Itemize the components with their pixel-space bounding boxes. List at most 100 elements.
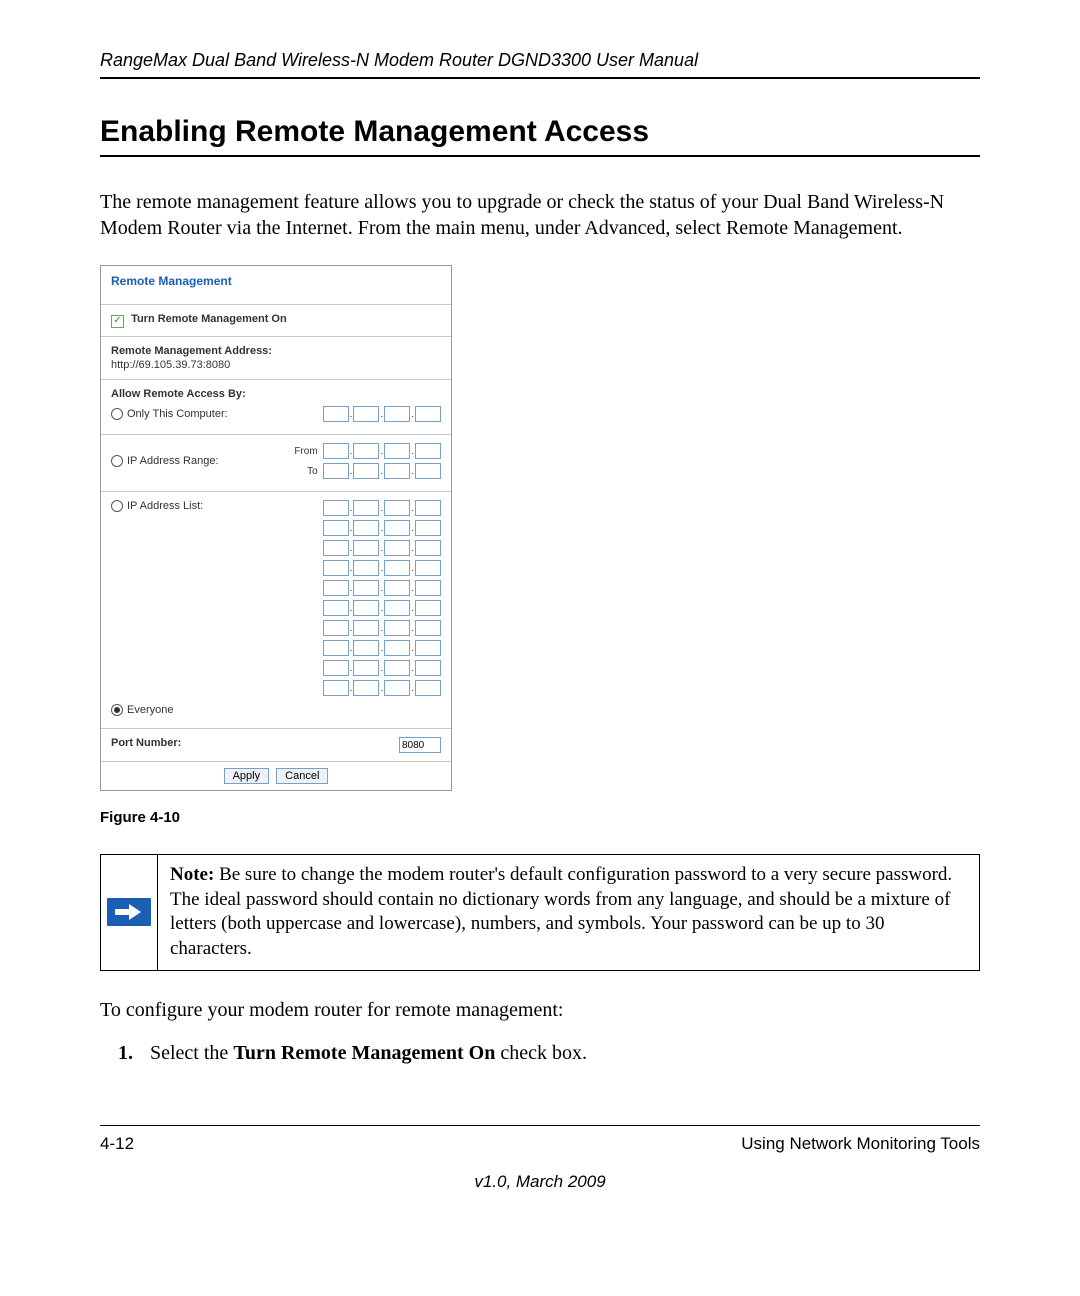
address-label: Remote Management Address:: [111, 345, 272, 357]
ip-list-block: IP Address List: ... ... ... ... ... ...…: [101, 492, 451, 729]
step-number: 1.: [118, 1042, 138, 1065]
ip-octet[interactable]: [384, 640, 410, 656]
ip-octet[interactable]: [323, 660, 349, 676]
page-title: Enabling Remote Management Access: [100, 115, 980, 157]
ip-octet[interactable]: [323, 620, 349, 636]
ip-octet[interactable]: [415, 620, 441, 636]
port-input[interactable]: [399, 737, 441, 753]
page-number: 4-12: [100, 1134, 134, 1154]
note-body: Be sure to change the modem router's def…: [170, 864, 952, 959]
ip-octet[interactable]: [353, 443, 379, 459]
only-this-label: Only This Computer:: [127, 408, 228, 420]
apply-button[interactable]: Apply: [224, 768, 270, 784]
only-this-ip: . . .: [323, 406, 441, 422]
ip-octet[interactable]: [353, 600, 379, 616]
ip-octet[interactable]: [323, 580, 349, 596]
ip-octet[interactable]: [353, 406, 379, 422]
ip-octet[interactable]: [323, 560, 349, 576]
doc-header: RangeMax Dual Band Wireless-N Modem Rout…: [100, 50, 980, 79]
ip-octet[interactable]: [384, 443, 410, 459]
ip-list-radio[interactable]: [111, 500, 123, 512]
ip-octet[interactable]: [415, 680, 441, 696]
ip-octet[interactable]: [415, 500, 441, 516]
note-box: Note: Be sure to change the modem router…: [100, 854, 980, 971]
address-value: http://69.105.39.73:8080: [111, 357, 230, 371]
ip-octet[interactable]: [415, 560, 441, 576]
allow-access-block: Allow Remote Access By: Only This Comput…: [101, 380, 451, 435]
ip-octet[interactable]: [415, 443, 441, 459]
turn-on-checkbox[interactable]: ✓: [111, 315, 124, 328]
figure-label: Figure 4-10: [100, 809, 980, 826]
ip-octet[interactable]: [323, 443, 349, 459]
ip-octet[interactable]: [353, 640, 379, 656]
ip-octet[interactable]: [384, 580, 410, 596]
everyone-label: Everyone: [127, 704, 173, 716]
step-1: 1. Select the Turn Remote Management On …: [100, 1042, 980, 1065]
port-label: Port Number:: [111, 737, 181, 749]
ip-octet[interactable]: [384, 600, 410, 616]
ip-octet[interactable]: [384, 406, 410, 422]
ip-octet[interactable]: [384, 680, 410, 696]
ip-octet[interactable]: [353, 560, 379, 576]
ip-octet[interactable]: [415, 600, 441, 616]
ip-octet[interactable]: [415, 640, 441, 656]
ip-octet[interactable]: [353, 540, 379, 556]
intro-paragraph: The remote management feature allows you…: [100, 189, 980, 241]
only-this-row: Only This Computer: . . .: [111, 406, 441, 422]
ip-octet[interactable]: [384, 620, 410, 636]
ip-octet[interactable]: [415, 463, 441, 479]
ip-list-label: IP Address List:: [127, 500, 203, 512]
ip-octet[interactable]: [384, 560, 410, 576]
ip-octet[interactable]: [384, 540, 410, 556]
note-bold: Note:: [170, 864, 214, 885]
allow-access-label: Allow Remote Access By:: [111, 388, 441, 400]
ip-octet[interactable]: [415, 520, 441, 536]
ip-octet[interactable]: [353, 620, 379, 636]
everyone-radio[interactable]: [111, 704, 123, 716]
range-from-label: From: [294, 446, 317, 457]
ip-octet[interactable]: [353, 660, 379, 676]
ip-octet[interactable]: [323, 406, 349, 422]
ip-octet[interactable]: [353, 520, 379, 536]
range-to-label: To: [307, 466, 318, 477]
ip-octet[interactable]: [323, 680, 349, 696]
ip-octet[interactable]: [353, 680, 379, 696]
ip-octet[interactable]: [353, 463, 379, 479]
button-row: Apply Cancel: [101, 762, 451, 784]
ip-octet[interactable]: [384, 463, 410, 479]
ip-octet[interactable]: [323, 540, 349, 556]
arrow-right-icon: [107, 898, 151, 926]
ip-list-inputs: ... ... ... ... ... ... ... ... ... ...: [323, 500, 441, 696]
config-intro: To configure your modem router for remot…: [100, 999, 980, 1022]
ip-octet[interactable]: [384, 660, 410, 676]
address-row: Remote Management Address: http://69.105…: [101, 337, 451, 380]
ip-octet[interactable]: [415, 406, 441, 422]
turn-on-label: Turn Remote Management On: [131, 313, 287, 325]
panel-title: Remote Management: [101, 266, 451, 305]
ip-octet[interactable]: [353, 580, 379, 596]
ip-octet[interactable]: [323, 463, 349, 479]
ip-octet[interactable]: [415, 580, 441, 596]
ip-range-row: IP Address Range: From . . . To . . .: [111, 443, 441, 479]
ip-octet[interactable]: [353, 500, 379, 516]
ip-octet[interactable]: [323, 600, 349, 616]
ip-octet[interactable]: [384, 500, 410, 516]
remote-management-panel: Remote Management ✓ Turn Remote Manageme…: [100, 265, 452, 791]
only-this-radio[interactable]: [111, 408, 123, 420]
port-row: Port Number:: [101, 729, 451, 762]
page-footer: 4-12 Using Network Monitoring Tools: [100, 1125, 980, 1154]
ip-octet[interactable]: [415, 540, 441, 556]
ip-octet[interactable]: [415, 660, 441, 676]
footer-section: Using Network Monitoring Tools: [741, 1134, 980, 1154]
note-icon-cell: [101, 855, 158, 970]
ip-range-label: IP Address Range:: [127, 455, 219, 467]
footer-version: v1.0, March 2009: [100, 1172, 980, 1192]
ip-range-block: IP Address Range: From . . . To . . .: [101, 435, 451, 492]
ip-octet[interactable]: [384, 520, 410, 536]
ip-octet[interactable]: [323, 520, 349, 536]
note-text: Note: Be sure to change the modem router…: [158, 855, 979, 970]
ip-octet[interactable]: [323, 500, 349, 516]
ip-range-radio[interactable]: [111, 455, 123, 467]
ip-octet[interactable]: [323, 640, 349, 656]
cancel-button[interactable]: Cancel: [276, 768, 328, 784]
